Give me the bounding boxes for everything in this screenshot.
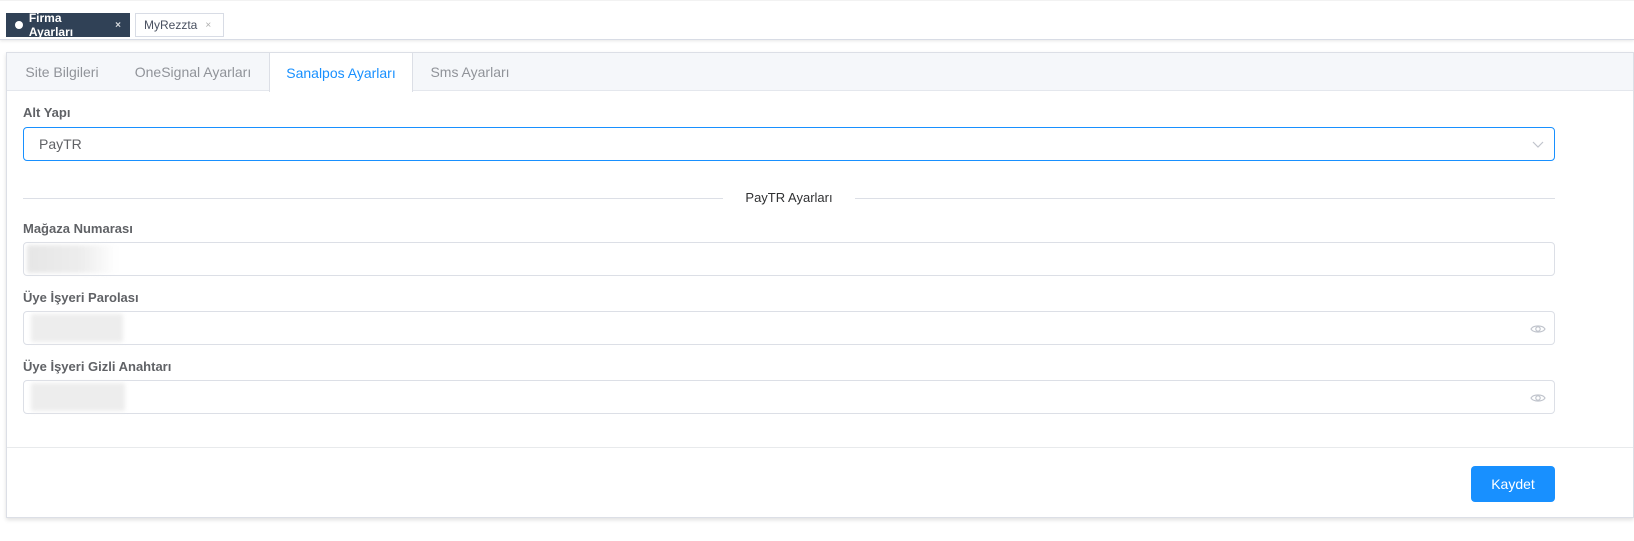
store-number-input[interactable] [23,242,1555,276]
tag-myrezzta[interactable]: MyRezzta × [135,13,224,37]
redacted-value [31,314,123,342]
close-icon[interactable]: × [205,20,211,31]
active-dot-icon [15,21,23,29]
eye-icon[interactable] [1530,322,1546,336]
chevron-down-icon [1532,141,1544,148]
tag-firma-ayarlari[interactable]: Firma Ayarları × [6,11,130,39]
merchant-secret-label: Üye İşyeri Gizli Anahtarı [23,359,172,374]
provider-select-value: PayTR [39,136,82,152]
tag-label: Firma Ayarları [28,11,74,39]
redacted-value [31,383,125,411]
tags-view-bar: Firma Ayarları × MyRezzta × [0,0,1634,40]
merchant-password-input[interactable] [23,311,1555,345]
provider-select[interactable]: PayTR [23,127,1555,161]
tab-sms-ayarlari[interactable]: Sms Ayarları [413,53,527,91]
close-icon[interactable]: × [115,20,121,31]
section-title: PayTR Ayarları [725,190,853,205]
divider-line-right [855,198,1555,199]
merchant-password-label: Üye İşyeri Parolası [23,290,139,305]
tab-onesignal-ayarlari[interactable]: OneSignal Ayarları [117,53,269,91]
eye-icon[interactable] [1530,391,1546,405]
redacted-value [27,245,117,273]
store-number-label: Mağaza Numarası [23,221,133,236]
tab-site-bilgileri[interactable]: Site Bilgileri [7,53,117,91]
footer-divider [7,447,1633,448]
tag-label: MyRezzta [144,18,198,32]
merchant-secret-input[interactable] [23,380,1555,414]
tab-sanalpos-ayarlari[interactable]: Sanalpos Ayarları [269,53,413,92]
provider-label: Alt Yapı [23,105,71,120]
divider-line-left [23,198,723,199]
tabs-header: Site Bilgileri OneSignal Ayarları Sanalp… [7,53,1633,92]
save-button[interactable]: Kaydet [1471,466,1555,502]
settings-card: Site Bilgileri OneSignal Ayarları Sanalp… [6,52,1634,518]
